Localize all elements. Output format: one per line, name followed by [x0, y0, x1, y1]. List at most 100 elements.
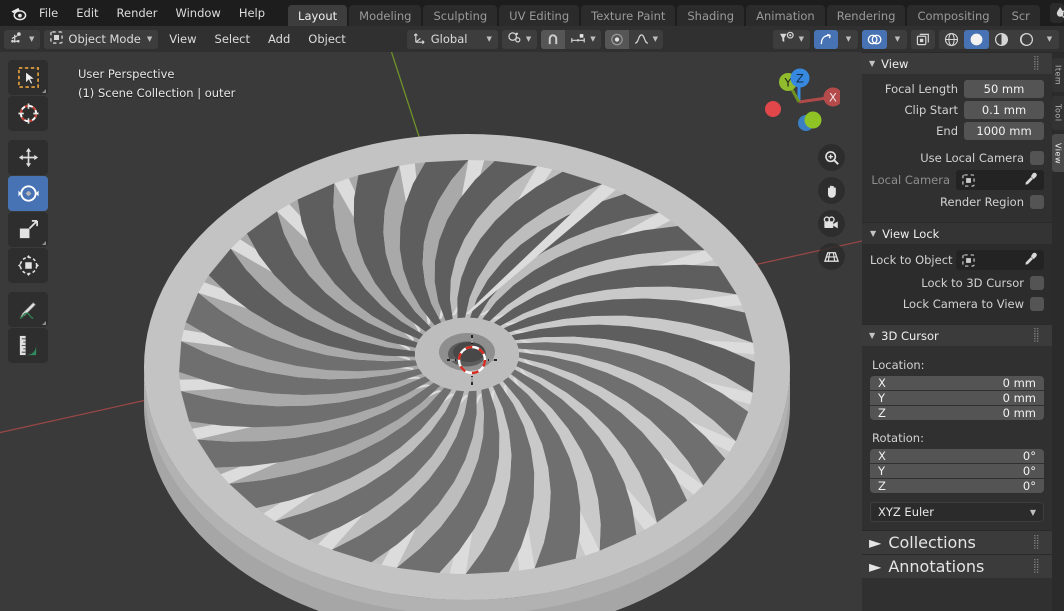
panel-header-view-lock[interactable]: ▼ View Lock: [862, 222, 1052, 244]
shading-rendered-icon: [1019, 32, 1034, 46]
render-region-checkbox[interactable]: [1030, 195, 1044, 209]
workspace-tab-layout[interactable]: Layout: [288, 5, 348, 26]
lock-to-object-field[interactable]: [956, 250, 1044, 270]
gizmo-label-z: Z: [796, 72, 804, 86]
clip-start-label: Clip Start: [904, 103, 958, 117]
menu-help[interactable]: Help: [230, 0, 274, 26]
use-local-camera-label: Use Local Camera: [920, 151, 1024, 165]
interaction-mode-dropdown[interactable]: Object Mode ▼: [44, 29, 159, 49]
panel-header-annotations[interactable]: ► Annotations ⣿⣿: [862, 554, 1052, 578]
workspace-tab-rendering[interactable]: Rendering: [826, 5, 906, 26]
gizmo-dropdown[interactable]: ▼: [838, 30, 858, 49]
shading-solid-button[interactable]: [964, 29, 989, 49]
panel-header-3d-cursor[interactable]: ▼ 3D Cursor ⣿⣿: [862, 324, 1052, 346]
toggle-xray-button[interactable]: [911, 29, 935, 49]
pivot-point-dropdown[interactable]: ▼: [501, 29, 538, 49]
cursor-location-z-field[interactable]: Z 0 mm: [870, 406, 1044, 420]
workspace-tab-uv-editing[interactable]: UV Editing: [499, 5, 580, 26]
cursor-rotation-y-field[interactable]: Y 0°: [870, 464, 1044, 478]
lock-camera-to-view-checkbox[interactable]: [1030, 297, 1044, 311]
lock-to-3d-cursor-checkbox[interactable]: [1030, 276, 1044, 290]
shading-material-preview-button[interactable]: [989, 30, 1014, 49]
workspace-tab-shading[interactable]: Shading: [677, 5, 745, 26]
panel-title-3d-cursor: 3D Cursor: [881, 328, 939, 343]
menu-file[interactable]: File: [30, 0, 67, 26]
proportional-editing-toggle[interactable]: [604, 29, 629, 49]
workspace-tab-texture-paint[interactable]: Texture Paint: [581, 5, 676, 26]
rotation-mode-dropdown[interactable]: XYZ Euler ▼: [870, 502, 1044, 522]
blender-logo-icon[interactable]: [0, 0, 30, 26]
workspace-tab-modeling[interactable]: Modeling: [349, 5, 422, 26]
sidebar-tab-view[interactable]: View: [1052, 134, 1064, 172]
scale-tool[interactable]: [8, 212, 48, 247]
workspace-tab-animation[interactable]: Animation: [746, 5, 825, 26]
use-local-camera-checkbox[interactable]: [1030, 151, 1044, 165]
editor-type-button[interactable]: ▼: [4, 29, 41, 49]
clip-start-field[interactable]: 0.1 mm: [964, 101, 1044, 119]
gizmo-toggle[interactable]: [814, 29, 838, 49]
rotate-tool[interactable]: [8, 176, 48, 211]
lock-camera-to-view-label: Lock Camera to View: [902, 297, 1024, 311]
tool-more-indicator: [42, 241, 46, 245]
falloff-dropdown[interactable]: ▼: [629, 30, 663, 49]
panel-title-annotations: Annotations: [888, 557, 985, 576]
clip-end-label: End: [936, 124, 958, 138]
cursor-location-x-field[interactable]: X 0 mm: [870, 376, 1044, 390]
shading-wireframe-button[interactable]: [939, 30, 964, 49]
3d-viewport[interactable]: User Perspective (1) Scene Collection | …: [0, 52, 862, 611]
interaction-mode-label: Object Mode: [68, 32, 141, 46]
focal-length-field[interactable]: 50 mm: [964, 80, 1044, 98]
viewport-toolbar: [8, 60, 48, 363]
workspace-tab-scripting[interactable]: Scr: [1001, 5, 1040, 26]
chevron-down-icon: ▼: [798, 34, 804, 43]
menu-select[interactable]: Select: [208, 30, 257, 49]
snap-toggle-button[interactable]: [541, 29, 566, 49]
panel-body-view-lock: Lock to Object Lock to 3D Cursor Lock Ca…: [862, 244, 1052, 324]
zoom-view-button[interactable]: [818, 144, 845, 171]
snap-to-dropdown[interactable]: ▼: [565, 30, 600, 49]
cursor-location-y-field[interactable]: Y 0 mm: [870, 391, 1044, 405]
cursor-rotation-z-field[interactable]: Z 0°: [870, 479, 1044, 493]
workspace-tab-compositing[interactable]: Compositing: [907, 5, 1000, 26]
navigation-gizmo[interactable]: Y Z X: [756, 60, 843, 144]
sidebar-tab-item[interactable]: Item: [1052, 58, 1064, 92]
menu-add[interactable]: Add: [261, 30, 297, 49]
zoom-magnifier-icon: [824, 150, 839, 165]
object-visibility-dropdown[interactable]: ▼: [772, 29, 810, 49]
toggle-perspective-button[interactable]: [818, 243, 845, 270]
panel-body-view: Focal Length 50 mm Clip Start 0.1 mm End…: [862, 74, 1052, 222]
triangle-down-icon: ▼: [869, 59, 876, 68]
menu-object[interactable]: Object: [301, 30, 352, 49]
transform-orientation-dropdown[interactable]: Global ▼: [406, 29, 498, 49]
cursor-rotation-x-field[interactable]: X 0°: [870, 449, 1044, 463]
eyedropper-icon[interactable]: [1024, 252, 1038, 269]
menu-render[interactable]: Render: [108, 0, 167, 26]
scale-icon: [19, 220, 38, 239]
menu-edit[interactable]: Edit: [67, 0, 107, 26]
clip-end-field[interactable]: 1000 mm: [964, 122, 1044, 140]
annotate-tool[interactable]: [8, 292, 48, 327]
workspace-tab-sculpting[interactable]: Sculpting: [423, 5, 498, 26]
menu-view[interactable]: View: [162, 30, 203, 49]
shading-dropdown[interactable]: ▼: [1039, 30, 1059, 49]
cursor-tool[interactable]: [8, 96, 48, 131]
tweak-select-box-tool[interactable]: [8, 60, 48, 95]
menu-window[interactable]: Window: [166, 0, 229, 26]
transform-tool[interactable]: [8, 248, 48, 283]
scene-browse-button[interactable]: ▼: [1049, 3, 1064, 23]
annotate-pencil-icon: [19, 302, 36, 319]
overlays-toggle[interactable]: [862, 29, 887, 49]
local-camera-field[interactable]: [956, 170, 1044, 190]
move-tool[interactable]: [8, 140, 48, 175]
sidebar-tab-tool[interactable]: Tool: [1052, 96, 1064, 130]
shading-rendered-button[interactable]: [1014, 30, 1039, 49]
row-use-local-camera: Use Local Camera: [870, 149, 1044, 167]
eyedropper-icon[interactable]: [1024, 172, 1038, 189]
snap-magnet-icon: [548, 33, 558, 44]
overlays-dropdown[interactable]: ▼: [887, 30, 907, 49]
measure-tool[interactable]: [8, 328, 48, 363]
panel-header-collections[interactable]: ► Collections ⣿⣿: [862, 530, 1052, 554]
panel-header-view[interactable]: ▼ View ⣿⣿: [862, 52, 1052, 74]
pan-view-button[interactable]: [818, 177, 845, 204]
camera-view-button[interactable]: [818, 210, 845, 237]
